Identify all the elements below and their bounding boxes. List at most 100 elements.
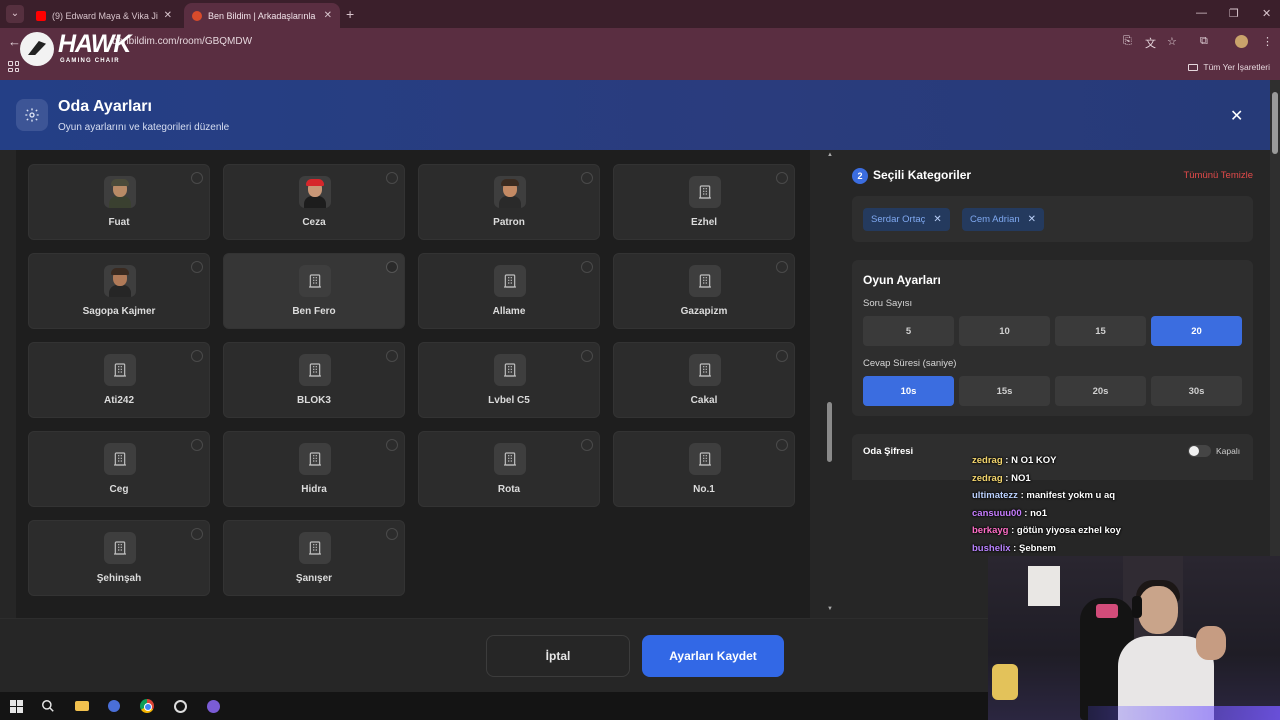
category-card-şehinşah[interactable]: Şehinşah — [28, 520, 210, 596]
restore-icon[interactable]: ❐ — [1229, 7, 1239, 20]
profile-avatar[interactable] — [1235, 35, 1248, 48]
close-modal-icon[interactable]: ✕ — [1230, 106, 1243, 126]
category-scrollbar[interactable]: ▲ ▼ — [824, 150, 836, 618]
obs-icon[interactable] — [172, 698, 188, 714]
category-card-ceg[interactable]: Ceg — [28, 431, 210, 507]
category-card-sagopa-kajmer[interactable]: Sagopa Kajmer — [28, 253, 210, 329]
apps-grid-icon[interactable] — [8, 61, 19, 72]
extensions-icon[interactable]: ⧉ — [1200, 35, 1208, 48]
category-card-ezhel[interactable]: Ezhel — [613, 164, 795, 240]
category-radio[interactable] — [191, 439, 203, 451]
category-radio[interactable] — [191, 172, 203, 184]
url-field[interactable]: benbildim.com/room/GBQMDW — [112, 36, 252, 47]
category-name: Şehinşah — [96, 573, 142, 584]
clear-all-button[interactable]: Tümünü Temizle — [1183, 170, 1253, 181]
menu-dots-icon[interactable]: ⋮ — [1262, 35, 1273, 48]
modal-header: Oda Ayarları Oyun ayarlarını ve kategori… — [0, 80, 1270, 150]
cancel-button[interactable]: İptal — [486, 635, 630, 677]
remove-chip-icon[interactable]: ✕ — [1028, 214, 1036, 225]
close-tab-icon[interactable]: ✕ — [164, 10, 172, 21]
category-radio[interactable] — [776, 439, 788, 451]
category-radio[interactable] — [581, 172, 593, 184]
building-icon — [689, 443, 721, 475]
tab-youtube[interactable]: (9) Edward Maya & Vika Jigulin ✕ — [28, 3, 180, 28]
windows-start-icon[interactable] — [8, 698, 24, 714]
answer-time-option-30s[interactable]: 30s — [1151, 376, 1242, 406]
category-name: Fuat — [108, 217, 130, 228]
chip-serdar-ortac: Serdar Ortaç ✕ — [863, 208, 950, 231]
category-name: Sagopa Kajmer — [82, 306, 156, 317]
all-bookmarks-folder[interactable]: Tüm Yer İşaretleri — [1188, 62, 1270, 72]
category-radio[interactable] — [386, 350, 398, 362]
bookmark-star-icon[interactable]: ☆ — [1167, 35, 1177, 48]
category-radio[interactable] — [581, 261, 593, 273]
category-radio[interactable] — [191, 261, 203, 273]
category-name: Şanışer — [295, 573, 333, 584]
category-card-şanışer[interactable]: Şanışer — [223, 520, 405, 596]
category-radio[interactable] — [386, 439, 398, 451]
category-card-patron[interactable]: Patron — [418, 164, 600, 240]
room-password-label: Oda Şifresi — [863, 446, 914, 457]
chip-label: Cem Adrian — [970, 214, 1020, 225]
chat-username: berkayg — [972, 525, 1009, 537]
chip-label: Serdar Ortaç — [871, 214, 926, 225]
category-card-hidra[interactable]: Hidra — [223, 431, 405, 507]
building-icon — [299, 443, 331, 475]
question-count-option-20[interactable]: 20 — [1151, 316, 1242, 346]
category-card-lvbel-c5[interactable]: Lvbel C5 — [418, 342, 600, 418]
save-settings-button[interactable]: Ayarları Kaydet — [642, 635, 784, 677]
category-radio[interactable] — [386, 261, 398, 273]
category-name: Ben Fero — [292, 306, 336, 317]
category-card-blok3[interactable]: BLOK3 — [223, 342, 405, 418]
game-settings: Oyun Ayarları Soru Sayısı 5 10 15 20 Cevap … — [852, 260, 1253, 416]
category-radio[interactable] — [776, 350, 788, 362]
modal-title: Oda Ayarları — [58, 98, 152, 115]
app-blue-icon[interactable] — [106, 698, 122, 714]
chat-text: NO1 — [1011, 472, 1031, 484]
category-radio[interactable] — [581, 350, 593, 362]
search-icon[interactable] — [40, 698, 56, 714]
question-count-option-10[interactable]: 10 — [959, 316, 1050, 346]
tab-benbildim[interactable]: Ben Bildim | Arkadaşlarınla Onli ✕ — [184, 3, 340, 28]
minimize-icon[interactable]: — — [1196, 7, 1207, 19]
category-radio[interactable] — [191, 350, 203, 362]
remove-chip-icon[interactable]: ✕ — [933, 214, 941, 225]
category-radio[interactable] — [191, 528, 203, 540]
chat-message: berkayg : götün yiyosa ezhel koy — [972, 525, 1121, 537]
file-explorer-icon[interactable] — [74, 698, 90, 714]
category-card-gazapizm[interactable]: Gazapizm — [613, 253, 795, 329]
close-window-icon[interactable]: ✕ — [1262, 7, 1271, 20]
category-radio[interactable] — [386, 528, 398, 540]
new-tab-button[interactable]: + — [346, 6, 354, 22]
category-radio[interactable] — [581, 439, 593, 451]
artist-avatar — [299, 176, 331, 208]
category-radio[interactable] — [776, 172, 788, 184]
category-card-rota[interactable]: Rota — [418, 431, 600, 507]
category-card-ceza[interactable]: Ceza — [223, 164, 405, 240]
category-card-no-1[interactable]: No.1 — [613, 431, 795, 507]
chrome-icon[interactable] — [139, 698, 155, 714]
category-name: Lvbel C5 — [488, 395, 530, 406]
category-radio[interactable] — [386, 172, 398, 184]
category-name: Patron — [493, 217, 525, 228]
category-card-allame[interactable]: Allame — [418, 253, 600, 329]
chat-message: bushelix : Şebnem — [972, 542, 1056, 554]
category-card-cakal[interactable]: Cakal — [613, 342, 795, 418]
answer-time-option-20s[interactable]: 20s — [1055, 376, 1146, 406]
translate-icon[interactable]: 文 — [1145, 35, 1156, 51]
tab-search-chevron-icon[interactable]: ⌄ — [6, 5, 24, 23]
building-icon — [299, 532, 331, 564]
category-radio[interactable] — [776, 261, 788, 273]
category-card-ben-fero[interactable]: Ben Fero — [223, 253, 405, 329]
close-tab-icon[interactable]: ✕ — [324, 10, 332, 21]
question-count-option-5[interactable]: 5 — [863, 316, 954, 346]
category-card-fuat[interactable]: Fuat — [28, 164, 210, 240]
app-purple-icon[interactable] — [205, 698, 221, 714]
answer-time-option-10s[interactable]: 10s — [863, 376, 954, 406]
question-count-option-15[interactable]: 15 — [1055, 316, 1146, 346]
category-card-ati242[interactable]: Ati242 — [28, 342, 210, 418]
install-app-icon[interactable]: ⎘ — [1123, 35, 1132, 48]
answer-time-option-15s[interactable]: 15s — [959, 376, 1050, 406]
chat-text: N O1 KOY — [1011, 455, 1057, 466]
chat-username: zedrag — [972, 472, 1003, 484]
